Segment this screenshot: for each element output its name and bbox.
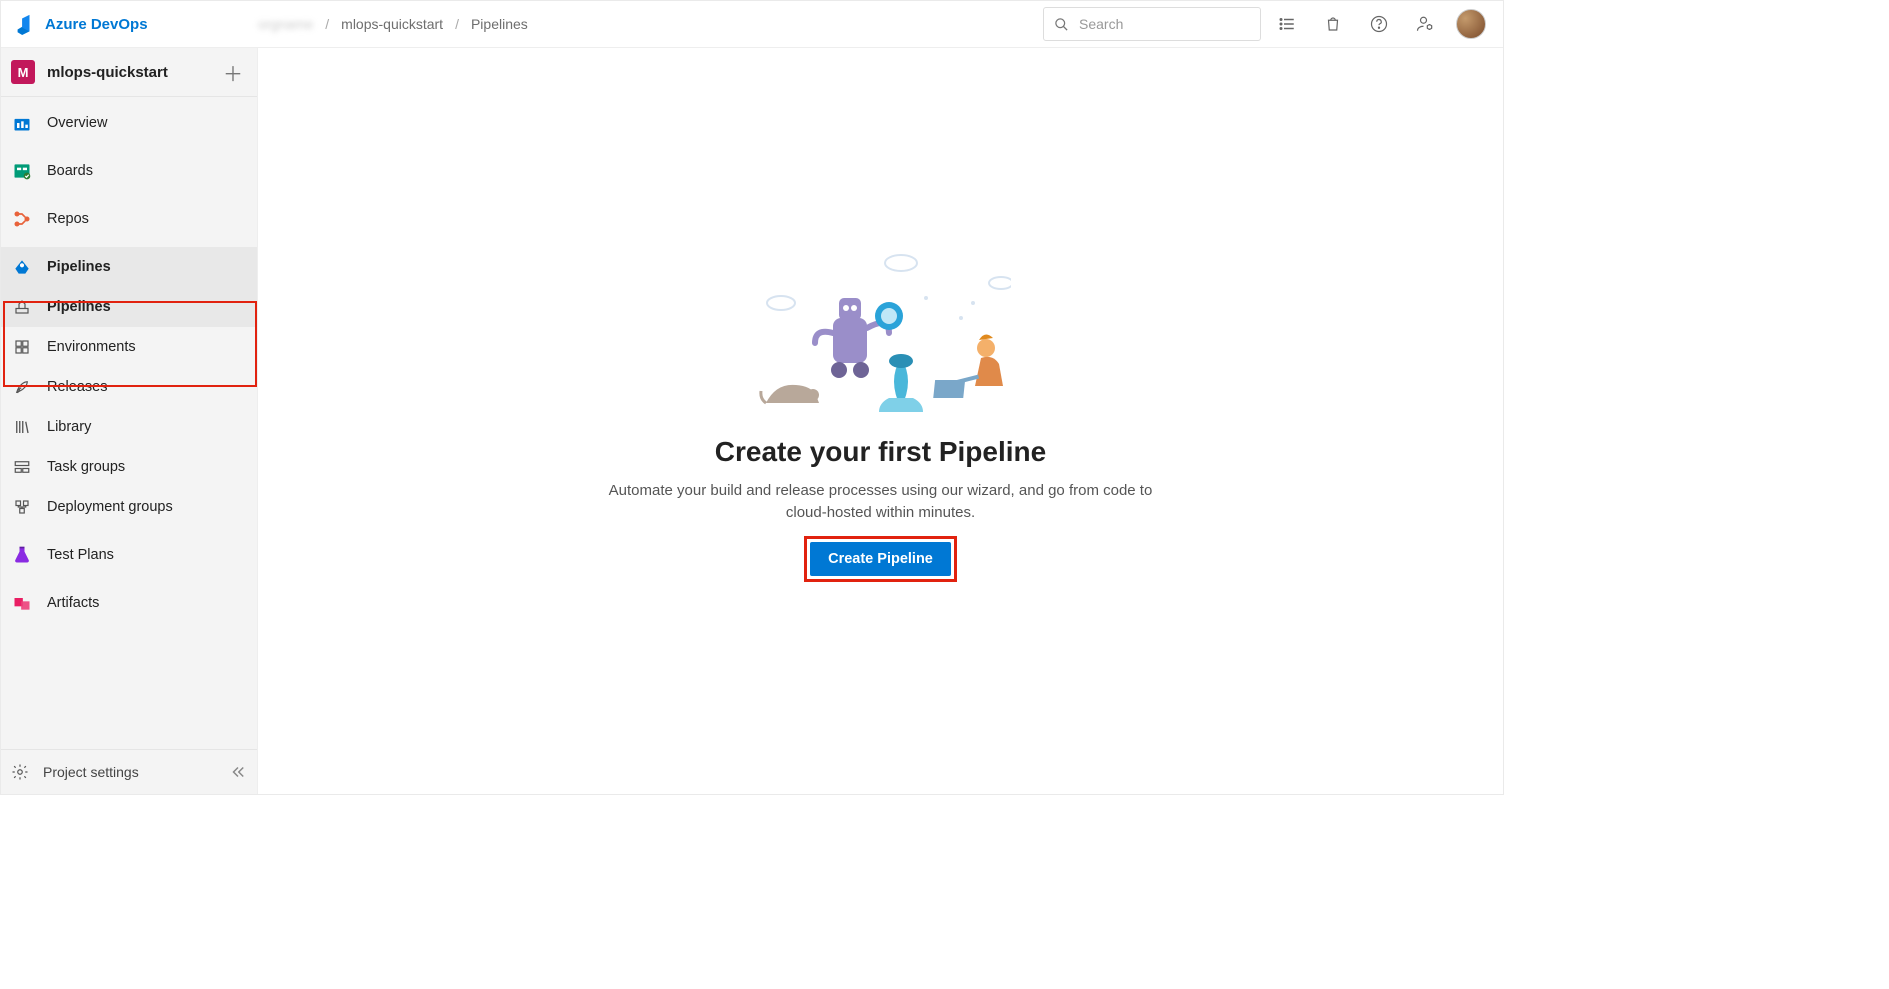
project-name: mlops-quickstart: [47, 64, 168, 81]
breadcrumb-separator: /: [455, 16, 459, 32]
pipeline-sub-icon: [11, 296, 33, 318]
brand-label[interactable]: Azure DevOps: [45, 16, 148, 33]
list-icon[interactable]: [1267, 4, 1307, 44]
sidebar-subitem-pipelines[interactable]: Pipelines: [1, 287, 257, 327]
main-content: Create your first Pipeline Automate your…: [258, 48, 1503, 794]
project-settings[interactable]: Project settings: [1, 749, 257, 794]
sidebar-subitem-deploygroups[interactable]: Deployment groups: [1, 487, 257, 527]
search-input[interactable]: [1077, 15, 1262, 33]
breadcrumb-project[interactable]: mlops-quickstart: [341, 16, 443, 32]
boards-icon: [11, 160, 33, 182]
user-settings-icon[interactable]: [1405, 4, 1445, 44]
repos-icon: [11, 208, 33, 230]
project-settings-label: Project settings: [43, 764, 139, 780]
sidebar-item-label: Pipelines: [47, 299, 111, 315]
sidebar-item-label: Test Plans: [47, 547, 114, 563]
hero-title: Create your first Pipeline: [715, 436, 1046, 468]
sidebar-item-label: Task groups: [47, 459, 125, 475]
sidebar-item-testplans[interactable]: Test Plans: [1, 535, 257, 575]
sidebar-item-label: Environments: [47, 339, 136, 355]
project-tile: M: [11, 60, 35, 84]
hero-description: Automate your build and release processe…: [601, 480, 1161, 524]
sidebar-subitem-releases[interactable]: Releases: [1, 367, 257, 407]
highlight-frame: [804, 536, 957, 582]
sidebar-item-label: Deployment groups: [47, 499, 173, 515]
sidebar-item-label: Overview: [47, 115, 107, 131]
taskgroups-icon: [11, 456, 33, 478]
add-icon[interactable]: ＋: [223, 58, 243, 87]
testplans-icon: [11, 544, 33, 566]
deploygroups-icon: [11, 496, 33, 518]
sidebar-item-repos[interactable]: Repos: [1, 199, 257, 239]
hero-illustration: [751, 248, 1011, 418]
breadcrumb-org[interactable]: orgname: [258, 16, 313, 32]
breadcrumb-page[interactable]: Pipelines: [471, 16, 528, 32]
search-icon: [1054, 17, 1069, 32]
sidebar-item-overview[interactable]: Overview: [1, 103, 257, 143]
search-box[interactable]: [1043, 7, 1261, 41]
shopping-bag-icon[interactable]: [1313, 4, 1353, 44]
azure-devops-logo-icon: [13, 13, 35, 35]
breadcrumb: orgname / mlops-quickstart / Pipelines: [258, 16, 528, 32]
sidebar-item-label: Library: [47, 419, 91, 435]
sidebar: M mlops-quickstart ＋ Overview Boards Rep…: [1, 48, 258, 794]
sidebar-item-label: Releases: [47, 379, 107, 395]
library-icon: [11, 416, 33, 438]
sidebar-subitem-taskgroups[interactable]: Task groups: [1, 447, 257, 487]
breadcrumb-separator: /: [325, 16, 329, 32]
project-header[interactable]: M mlops-quickstart ＋: [1, 48, 257, 97]
sidebar-item-label: Artifacts: [47, 595, 99, 611]
gear-icon: [11, 763, 29, 781]
top-bar: Azure DevOps orgname / mlops-quickstart …: [1, 1, 1503, 48]
sidebar-item-label: Pipelines: [47, 259, 111, 275]
collapse-sidebar-icon[interactable]: [229, 763, 247, 781]
sidebar-item-label: Repos: [47, 211, 89, 227]
help-icon[interactable]: [1359, 4, 1399, 44]
releases-icon: [11, 376, 33, 398]
artifacts-icon: [11, 592, 33, 614]
sidebar-subitem-environments[interactable]: Environments: [1, 327, 257, 367]
sidebar-item-label: Boards: [47, 163, 93, 179]
user-avatar[interactable]: [1451, 4, 1491, 44]
sidebar-item-pipelines[interactable]: Pipelines: [1, 247, 257, 287]
sidebar-item-boards[interactable]: Boards: [1, 151, 257, 191]
overview-icon: [11, 112, 33, 134]
sidebar-subitem-library[interactable]: Library: [1, 407, 257, 447]
sidebar-item-artifacts[interactable]: Artifacts: [1, 583, 257, 623]
environments-icon: [11, 336, 33, 358]
pipelines-icon: [11, 256, 33, 278]
